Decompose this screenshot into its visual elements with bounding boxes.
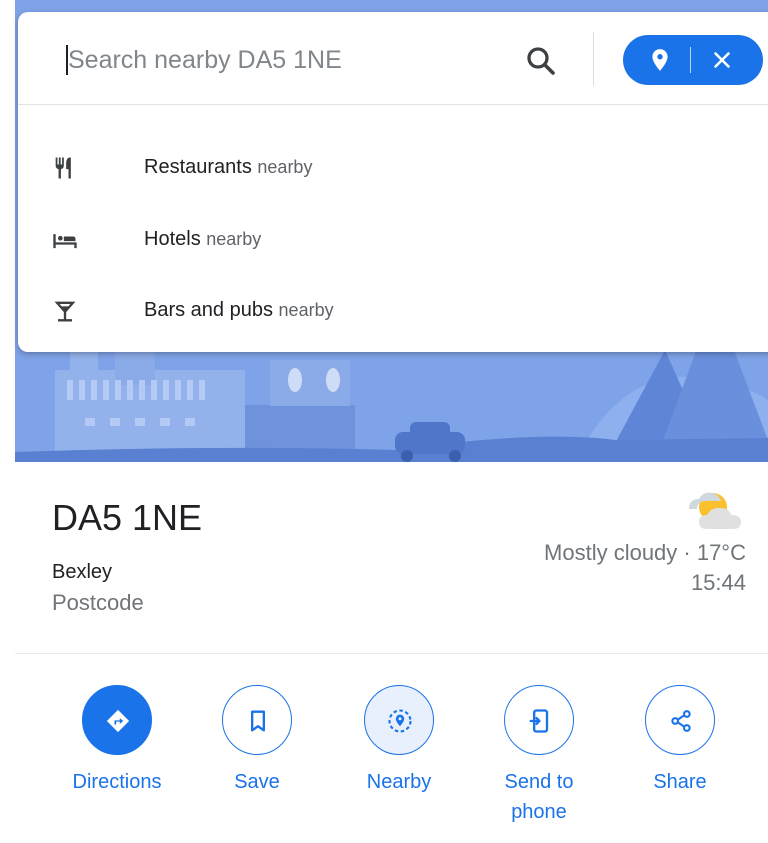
place-panel: Restaurants nearby Hotels nearby Bars an… — [0, 0, 768, 843]
send-to-phone-icon — [529, 709, 549, 733]
search-input[interactable] — [68, 40, 488, 80]
location-pin-icon[interactable] — [647, 47, 673, 73]
nearby-label: Nearby — [366, 771, 432, 793]
share-label: Share — [653, 771, 707, 793]
search-card: Restaurants nearby Hotels nearby Bars an… — [18, 12, 768, 352]
suggestion-label: Hotels nearby — [144, 228, 262, 250]
partly-cloudy-icon — [683, 487, 745, 531]
weather-time: 15:44 — [690, 570, 746, 595]
directions-label: Directions — [72, 771, 162, 793]
place-title: DA5 1NE — [52, 497, 203, 538]
share-circle — [645, 685, 715, 755]
place-type: Postcode — [52, 590, 144, 615]
section-divider — [15, 653, 768, 654]
search-bar — [18, 12, 768, 105]
directions-circle — [82, 685, 152, 755]
directions-icon — [106, 709, 130, 733]
send-to-phone-button[interactable]: Send to phone — [479, 685, 599, 827]
suggestion-bars[interactable]: Bars and pubs nearby — [18, 279, 768, 343]
send-to-phone-circle — [504, 685, 574, 755]
suggestion-restaurants[interactable]: Restaurants nearby — [18, 136, 768, 200]
hotel-icon — [51, 226, 79, 254]
nearby-icon — [388, 709, 412, 733]
search-divider — [593, 32, 594, 86]
share-icon — [671, 710, 691, 732]
directions-button[interactable]: Directions — [57, 685, 177, 797]
suggestion-label: Restaurants nearby — [144, 156, 313, 178]
share-button[interactable]: Share — [620, 685, 740, 797]
send-to-phone-label: Send to phone — [504, 771, 574, 823]
place-locality: Bexley — [52, 561, 113, 583]
save-label: Save — [234, 771, 280, 793]
save-circle — [222, 685, 292, 755]
search-actions-pill — [623, 35, 763, 85]
suggestion-label: Bars and pubs nearby — [144, 299, 334, 321]
nearby-circle — [364, 685, 434, 755]
close-icon[interactable] — [709, 47, 735, 73]
restaurant-icon — [51, 154, 79, 182]
nearby-button[interactable]: Nearby — [339, 685, 459, 797]
suggestion-hotels[interactable]: Hotels nearby — [18, 208, 768, 272]
weather-summary: Mostly cloudy · 17°C — [544, 540, 746, 565]
pill-separator — [690, 47, 691, 73]
bar-icon — [51, 297, 79, 325]
search-icon[interactable] — [523, 43, 559, 79]
save-button[interactable]: Save — [197, 685, 317, 797]
bookmark-icon — [251, 710, 265, 732]
